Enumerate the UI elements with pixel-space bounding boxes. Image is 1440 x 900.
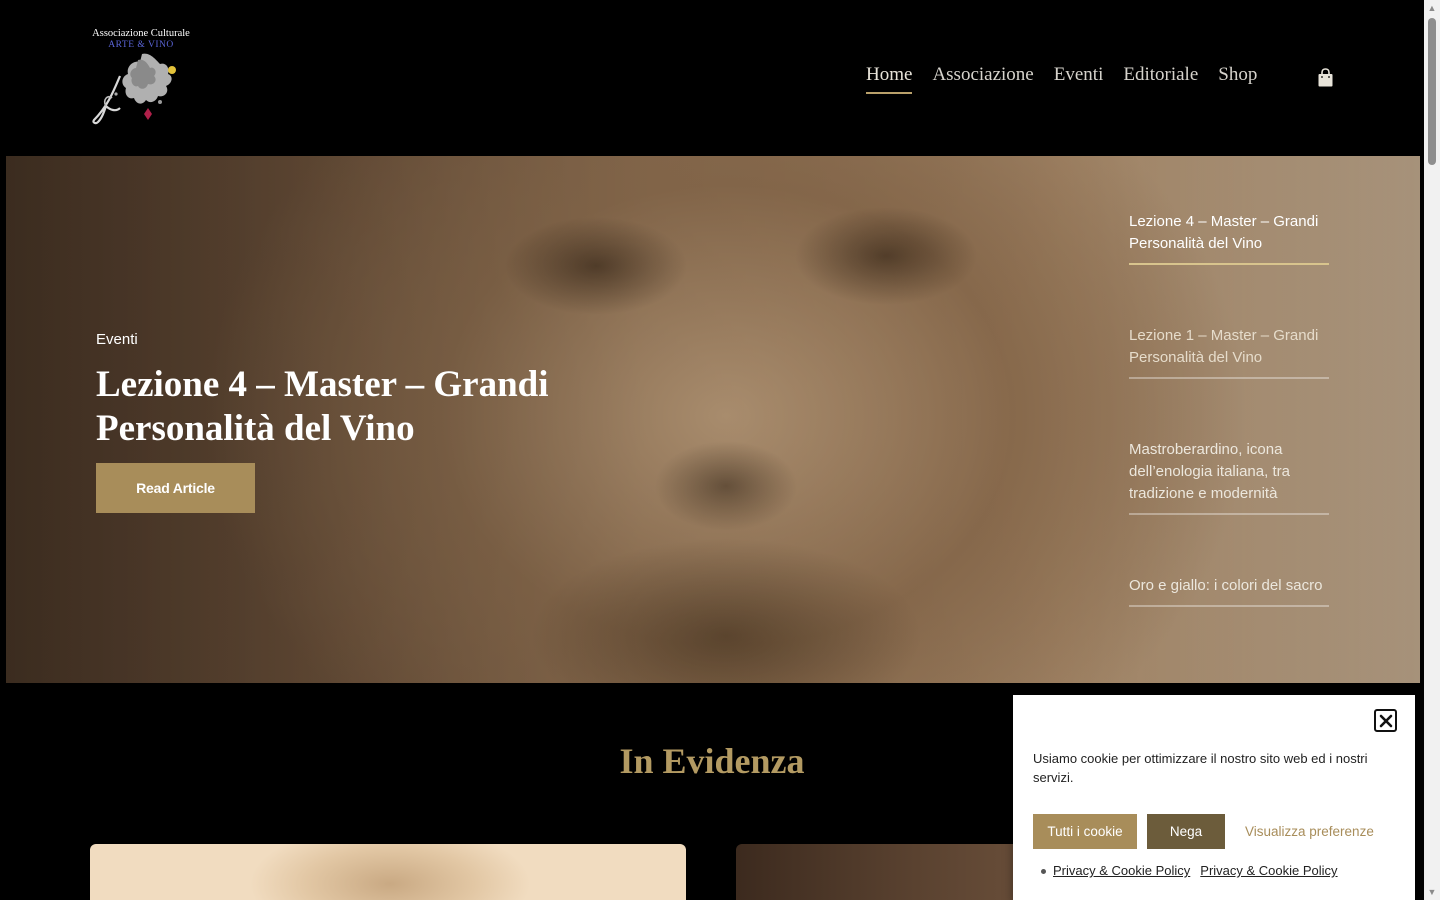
featured-card-image[interactable] — [90, 844, 686, 900]
side-article-1[interactable]: Lezione 4 – Master – Grandi Personalità … — [1129, 211, 1329, 265]
scroll-down-arrow-icon[interactable]: ▼ — [1424, 884, 1440, 900]
read-article-button[interactable]: Read Article — [96, 463, 255, 513]
nav-shop[interactable]: Shop — [1218, 64, 1257, 90]
nav-editoriale[interactable]: Editoriale — [1123, 64, 1198, 90]
featured-card-image[interactable] — [736, 844, 1036, 900]
accept-all-cookies-button[interactable]: Tutti i cookie — [1033, 814, 1137, 849]
deny-cookies-button[interactable]: Nega — [1147, 814, 1225, 849]
site-header: Associazione Culturale ARTE & VINO Home … — [0, 0, 1424, 156]
scroll-up-arrow-icon[interactable]: ▲ — [1424, 0, 1440, 16]
cookie-banner: Usiamo cookie per ottimizzare il nostro … — [1013, 695, 1415, 900]
view-preferences-button[interactable]: Visualizza preferenze — [1245, 814, 1391, 849]
nav-home[interactable]: Home — [866, 64, 913, 94]
site-logo[interactable]: Associazione Culturale ARTE & VINO — [90, 28, 192, 128]
logo-subtitle: ARTE & VINO — [108, 40, 174, 50]
cookie-message: Usiamo cookie per ottimizzare il nostro … — [1033, 751, 1368, 785]
cookie-policy-links: Privacy & Cookie Policy Privacy & Cookie… — [1041, 863, 1338, 878]
logo-title: Associazione Culturale — [92, 28, 190, 39]
logo-splash-icon — [92, 53, 176, 125]
hero-title: Lezione 4 – Master – Grandi Personalità … — [96, 364, 549, 449]
bullet-icon — [1041, 869, 1046, 874]
shopping-bag-icon[interactable] — [1317, 68, 1334, 88]
side-article-2[interactable]: Lezione 1 – Master – Grandi Personalità … — [1129, 325, 1329, 379]
nav-associazione[interactable]: Associazione — [932, 64, 1033, 90]
side-article-3[interactable]: Mastroberardino, icona dell’enologia ita… — [1129, 439, 1329, 515]
cookie-policy-link[interactable]: Privacy & Cookie Policy — [1200, 863, 1337, 878]
close-icon[interactable] — [1374, 709, 1397, 732]
nav-eventi[interactable]: Eventi — [1054, 64, 1104, 90]
page-scrollbar[interactable]: ▲ ▼ — [1424, 0, 1440, 900]
hero-category-link[interactable]: Eventi — [96, 331, 138, 348]
hero-slider: Eventi Lezione 4 – Master – Grandi Perso… — [6, 156, 1420, 683]
main-nav: Home Associazione Eventi Editoriale Shop — [866, 64, 1257, 94]
privacy-policy-link[interactable]: Privacy & Cookie Policy — [1053, 863, 1190, 878]
scrollbar-thumb[interactable] — [1428, 18, 1436, 165]
side-article-4[interactable]: Oro e giallo: i colori del sacro — [1129, 575, 1329, 607]
